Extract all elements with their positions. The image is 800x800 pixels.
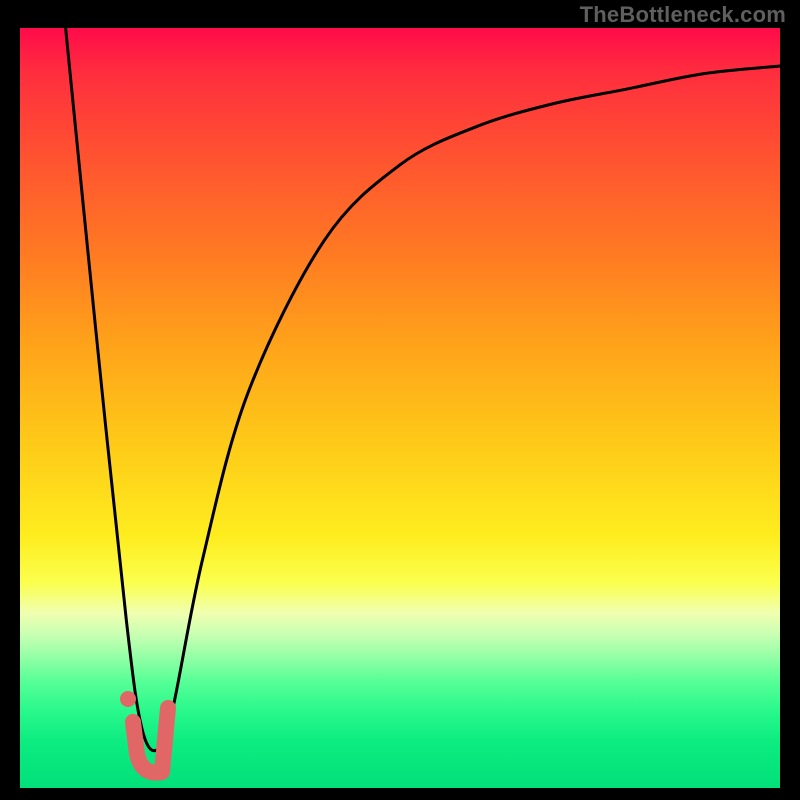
valley-marker-dot (120, 691, 136, 707)
plot-area (20, 28, 780, 788)
plot-svg (20, 28, 780, 788)
chart-container: TheBottleneck.com (0, 0, 800, 800)
watermark-text: TheBottleneck.com (580, 2, 786, 28)
valley-marker-hook (133, 708, 168, 773)
bottleneck-curve (66, 28, 780, 751)
